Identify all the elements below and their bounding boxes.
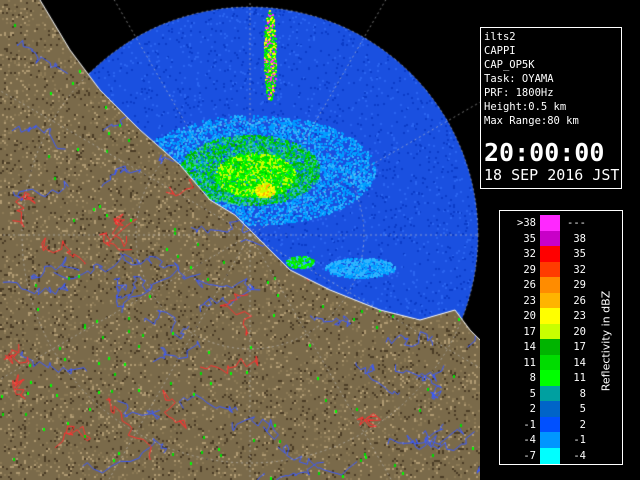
legend-unit: Reflectivity in dBZ xyxy=(596,271,616,411)
legend-upper-bound: 23 xyxy=(573,310,586,322)
legend-upper-bound: 8 xyxy=(579,387,586,400)
legend-upper-bound: 20 xyxy=(573,325,586,338)
legend-row: 11 14 xyxy=(500,354,600,371)
legend-row: 58 xyxy=(500,385,600,402)
legend-color-swatch xyxy=(540,277,560,293)
legend-color-swatch xyxy=(540,215,560,231)
legend-color-swatch xyxy=(540,401,560,417)
legend-upper-bound: 14 xyxy=(573,356,586,369)
legend-color-swatch xyxy=(540,354,560,371)
legend-lower-bound: 20 xyxy=(523,310,536,322)
legend-color-swatch xyxy=(540,370,560,386)
info-panel: ilts2 CAPPI CAP_OP5K Task: OYAMA PRF: 18… xyxy=(480,27,622,189)
legend-row: 25 xyxy=(500,401,600,417)
legend-upper-bound: 5 xyxy=(579,403,586,415)
legend-color-swatch xyxy=(540,447,560,464)
info-line-height: Height:0.5 km xyxy=(484,101,567,113)
info-line-prf: PRF: 1800Hz xyxy=(484,87,554,99)
legend-upper-bound: 29 xyxy=(573,279,586,291)
legend-upper-bound: 17 xyxy=(573,341,586,353)
legend-color-swatch xyxy=(540,339,560,355)
legend-lower-bound: -7 xyxy=(523,449,536,462)
legend-color-swatch xyxy=(540,308,560,324)
legend-color-swatch xyxy=(540,432,560,448)
legend-lower-bound: 32 xyxy=(523,248,536,260)
legend-lower-bound: 5 xyxy=(529,387,536,400)
legend-lower-bound: 14 xyxy=(523,341,536,353)
legend-row: -4 -1 xyxy=(500,432,600,448)
legend-lower-bound: -1 xyxy=(523,418,536,431)
legend-lower-bound: -4 xyxy=(523,434,536,446)
legend-upper-bound: 32 xyxy=(573,263,586,276)
legend-row: 20 23 xyxy=(500,308,600,324)
info-line-config: CAP_OP5K xyxy=(484,59,535,71)
legend-row: 35 38 xyxy=(500,230,600,247)
info-line-task: Task: OYAMA xyxy=(484,73,554,85)
legend-row: 29 32 xyxy=(500,261,600,278)
legend-color-swatch xyxy=(540,246,560,262)
legend-upper-bound: -4 xyxy=(573,449,586,462)
legend-upper-bound: 26 xyxy=(573,294,586,307)
legend-row: 17 20 xyxy=(500,323,600,340)
legend-lower-bound: 23 xyxy=(523,294,536,307)
legend-row: 8 11 xyxy=(500,370,600,386)
observation-date: 18 SEP 2016 JST xyxy=(484,166,620,184)
info-line-product: CAPPI xyxy=(484,45,516,57)
legend-lower-bound: 17 xyxy=(523,325,536,338)
legend-row: 32 35 xyxy=(500,246,600,262)
legend-row: -1 2 xyxy=(500,416,600,433)
legend-upper-bound: 2 xyxy=(579,418,586,431)
legend-lower-bound: 29 xyxy=(523,263,536,276)
legend-color-swatch xyxy=(540,323,560,340)
legend-lower-bound: 26 xyxy=(523,279,536,291)
legend-lower-bound: >38 xyxy=(517,217,536,229)
legend-upper-bound: --- xyxy=(567,217,586,229)
legend-lower-bound: 35 xyxy=(523,232,536,245)
legend-color-swatch xyxy=(540,261,560,278)
legend-upper-bound: 38 xyxy=(573,232,586,245)
legend-color-swatch xyxy=(540,385,560,402)
legend-upper-bound: 35 xyxy=(573,248,586,260)
radar-map xyxy=(0,0,480,480)
legend-color-swatch xyxy=(540,292,560,309)
legend-color-swatch xyxy=(540,230,560,247)
legend-upper-bound: -1 xyxy=(573,434,586,446)
legend-row: 26 29 xyxy=(500,277,600,293)
legend-lower-bound: 11 xyxy=(523,356,536,369)
legend-row: 23 26 xyxy=(500,292,600,309)
legend-unit-label: Reflectivity in dBZ xyxy=(599,290,613,392)
observation-time: 20:00:00 xyxy=(484,138,605,167)
legend-row: >38 --- xyxy=(500,215,600,231)
legend-lower-bound: 2 xyxy=(529,403,536,415)
info-line-site: ilts2 xyxy=(484,31,516,43)
legend-row: -7 -4 xyxy=(500,447,600,464)
legend-lower-bound: 8 xyxy=(529,372,536,384)
legend-color-swatch xyxy=(540,416,560,433)
reflectivity-legend: >38 --- 35 38 32 35 29 32 26 29 23 26 20 23 17 20 14 17 11… xyxy=(499,210,623,465)
info-line-max-range: Max Range:80 km xyxy=(484,115,579,127)
legend-row: 14 17 xyxy=(500,339,600,355)
legend-upper-bound: 11 xyxy=(573,372,586,384)
